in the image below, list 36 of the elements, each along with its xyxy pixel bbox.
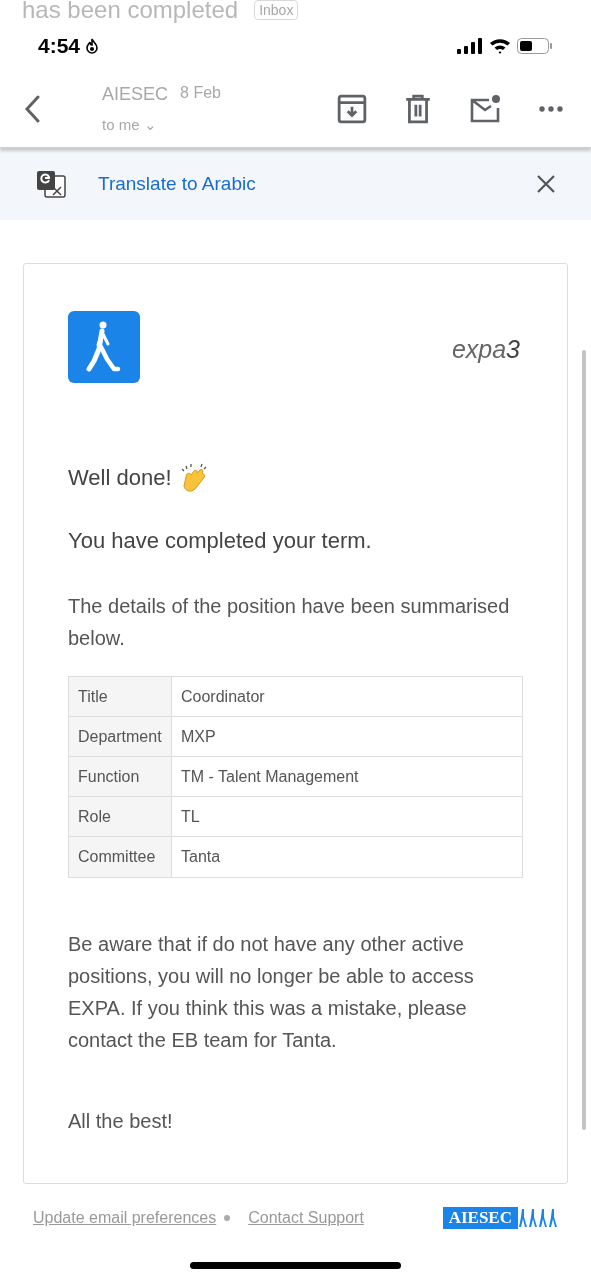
inbox-label: Inbox (254, 0, 299, 20)
organization-logo: AIESEC (442, 1207, 558, 1229)
archive-button[interactable] (337, 93, 367, 124)
translate-link[interactable]: Translate to Arabic (98, 169, 256, 199)
table-label-cell: Role (69, 797, 172, 836)
battery-icon (517, 38, 553, 54)
notice-text: Be aware that if do not have any other active positions, you will no longer be able to access EXPA. If you think this was a mistake, please contact the EB team for Tanta. (68, 932, 475, 1053)
sender-name: AIESEC (102, 82, 169, 106)
table-label-cell: Department (69, 717, 172, 756)
signoff-text: All the best! (68, 1109, 174, 1134)
table-value-cell-text: Tanta (180, 847, 222, 867)
support-link[interactable]: Contact Support (248, 1206, 364, 1230)
table-value-cell-text: MXP (180, 726, 217, 747)
intro-text: The details of the position have been summarised below. (68, 594, 511, 651)
translate-icon (36, 170, 66, 198)
greeting-text: Well done! (68, 464, 172, 492)
brand-wordmark: expa3 (451, 334, 520, 365)
close-button[interactable] (537, 175, 555, 193)
table-label-cell: Committee (69, 837, 172, 877)
status-time: 4:54 (38, 33, 81, 60)
table-value-cell-text: Coordinator (180, 686, 266, 707)
signal-icon (457, 38, 483, 54)
mark-unread-button[interactable] (469, 93, 501, 124)
delete-button[interactable] (405, 93, 431, 124)
walking-person-icon (68, 311, 140, 383)
table-label-cell: Title (69, 677, 172, 716)
recipient-label: to me ⌄ (102, 114, 158, 135)
table-value-cell-text: TM - Talent Management (180, 766, 360, 787)
email-subject: has been completed (22, 0, 239, 23)
headline-text: You have completed your term. (68, 527, 373, 555)
wifi-icon (489, 38, 511, 54)
table-label-cell: Function (69, 757, 172, 796)
table-value-cell-text: TL (180, 806, 201, 827)
more-button[interactable] (539, 104, 563, 113)
preferences-link[interactable]: Update email preferences (33, 1206, 217, 1230)
email-date: 8 Feb (180, 82, 221, 103)
